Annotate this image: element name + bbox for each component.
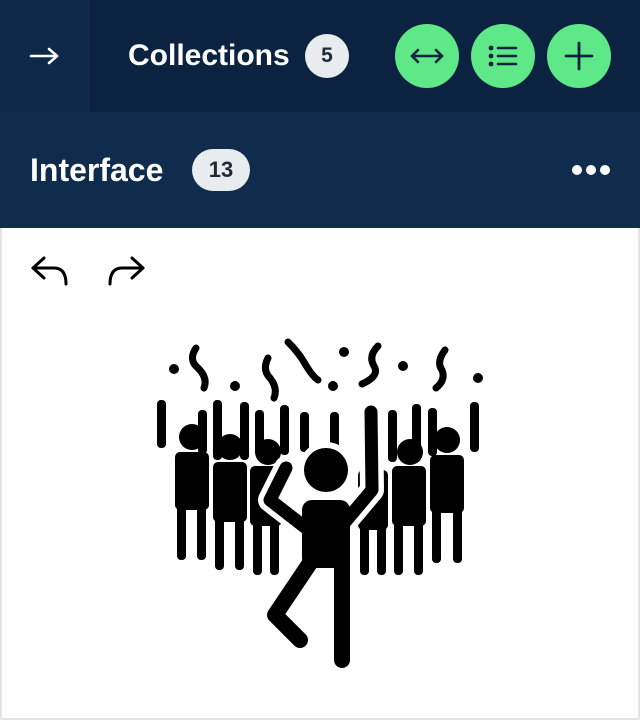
undo-button[interactable] bbox=[28, 250, 70, 290]
more-dots-icon bbox=[572, 165, 582, 175]
more-dots-icon bbox=[600, 165, 610, 175]
arrow-right-icon bbox=[29, 47, 59, 65]
collections-count-badge: 5 bbox=[305, 34, 349, 78]
add-button[interactable] bbox=[547, 24, 611, 88]
collapse-panel-button[interactable] bbox=[0, 0, 90, 112]
horizontal-arrows-icon bbox=[410, 48, 444, 64]
plus-icon bbox=[564, 41, 594, 71]
redo-icon bbox=[108, 256, 145, 286]
collections-title: Collections bbox=[128, 39, 290, 72]
list-view-button[interactable] bbox=[471, 24, 535, 88]
interface-title: Interface bbox=[30, 152, 164, 188]
undo-icon bbox=[31, 256, 68, 286]
celebration-crowd-icon bbox=[157, 338, 483, 668]
list-icon bbox=[488, 45, 518, 67]
more-options-button[interactable] bbox=[566, 152, 616, 188]
redo-button[interactable] bbox=[106, 250, 148, 290]
interface-count-badge: 13 bbox=[192, 149, 250, 191]
expand-width-button[interactable] bbox=[395, 24, 459, 88]
more-dots-icon bbox=[586, 165, 596, 175]
